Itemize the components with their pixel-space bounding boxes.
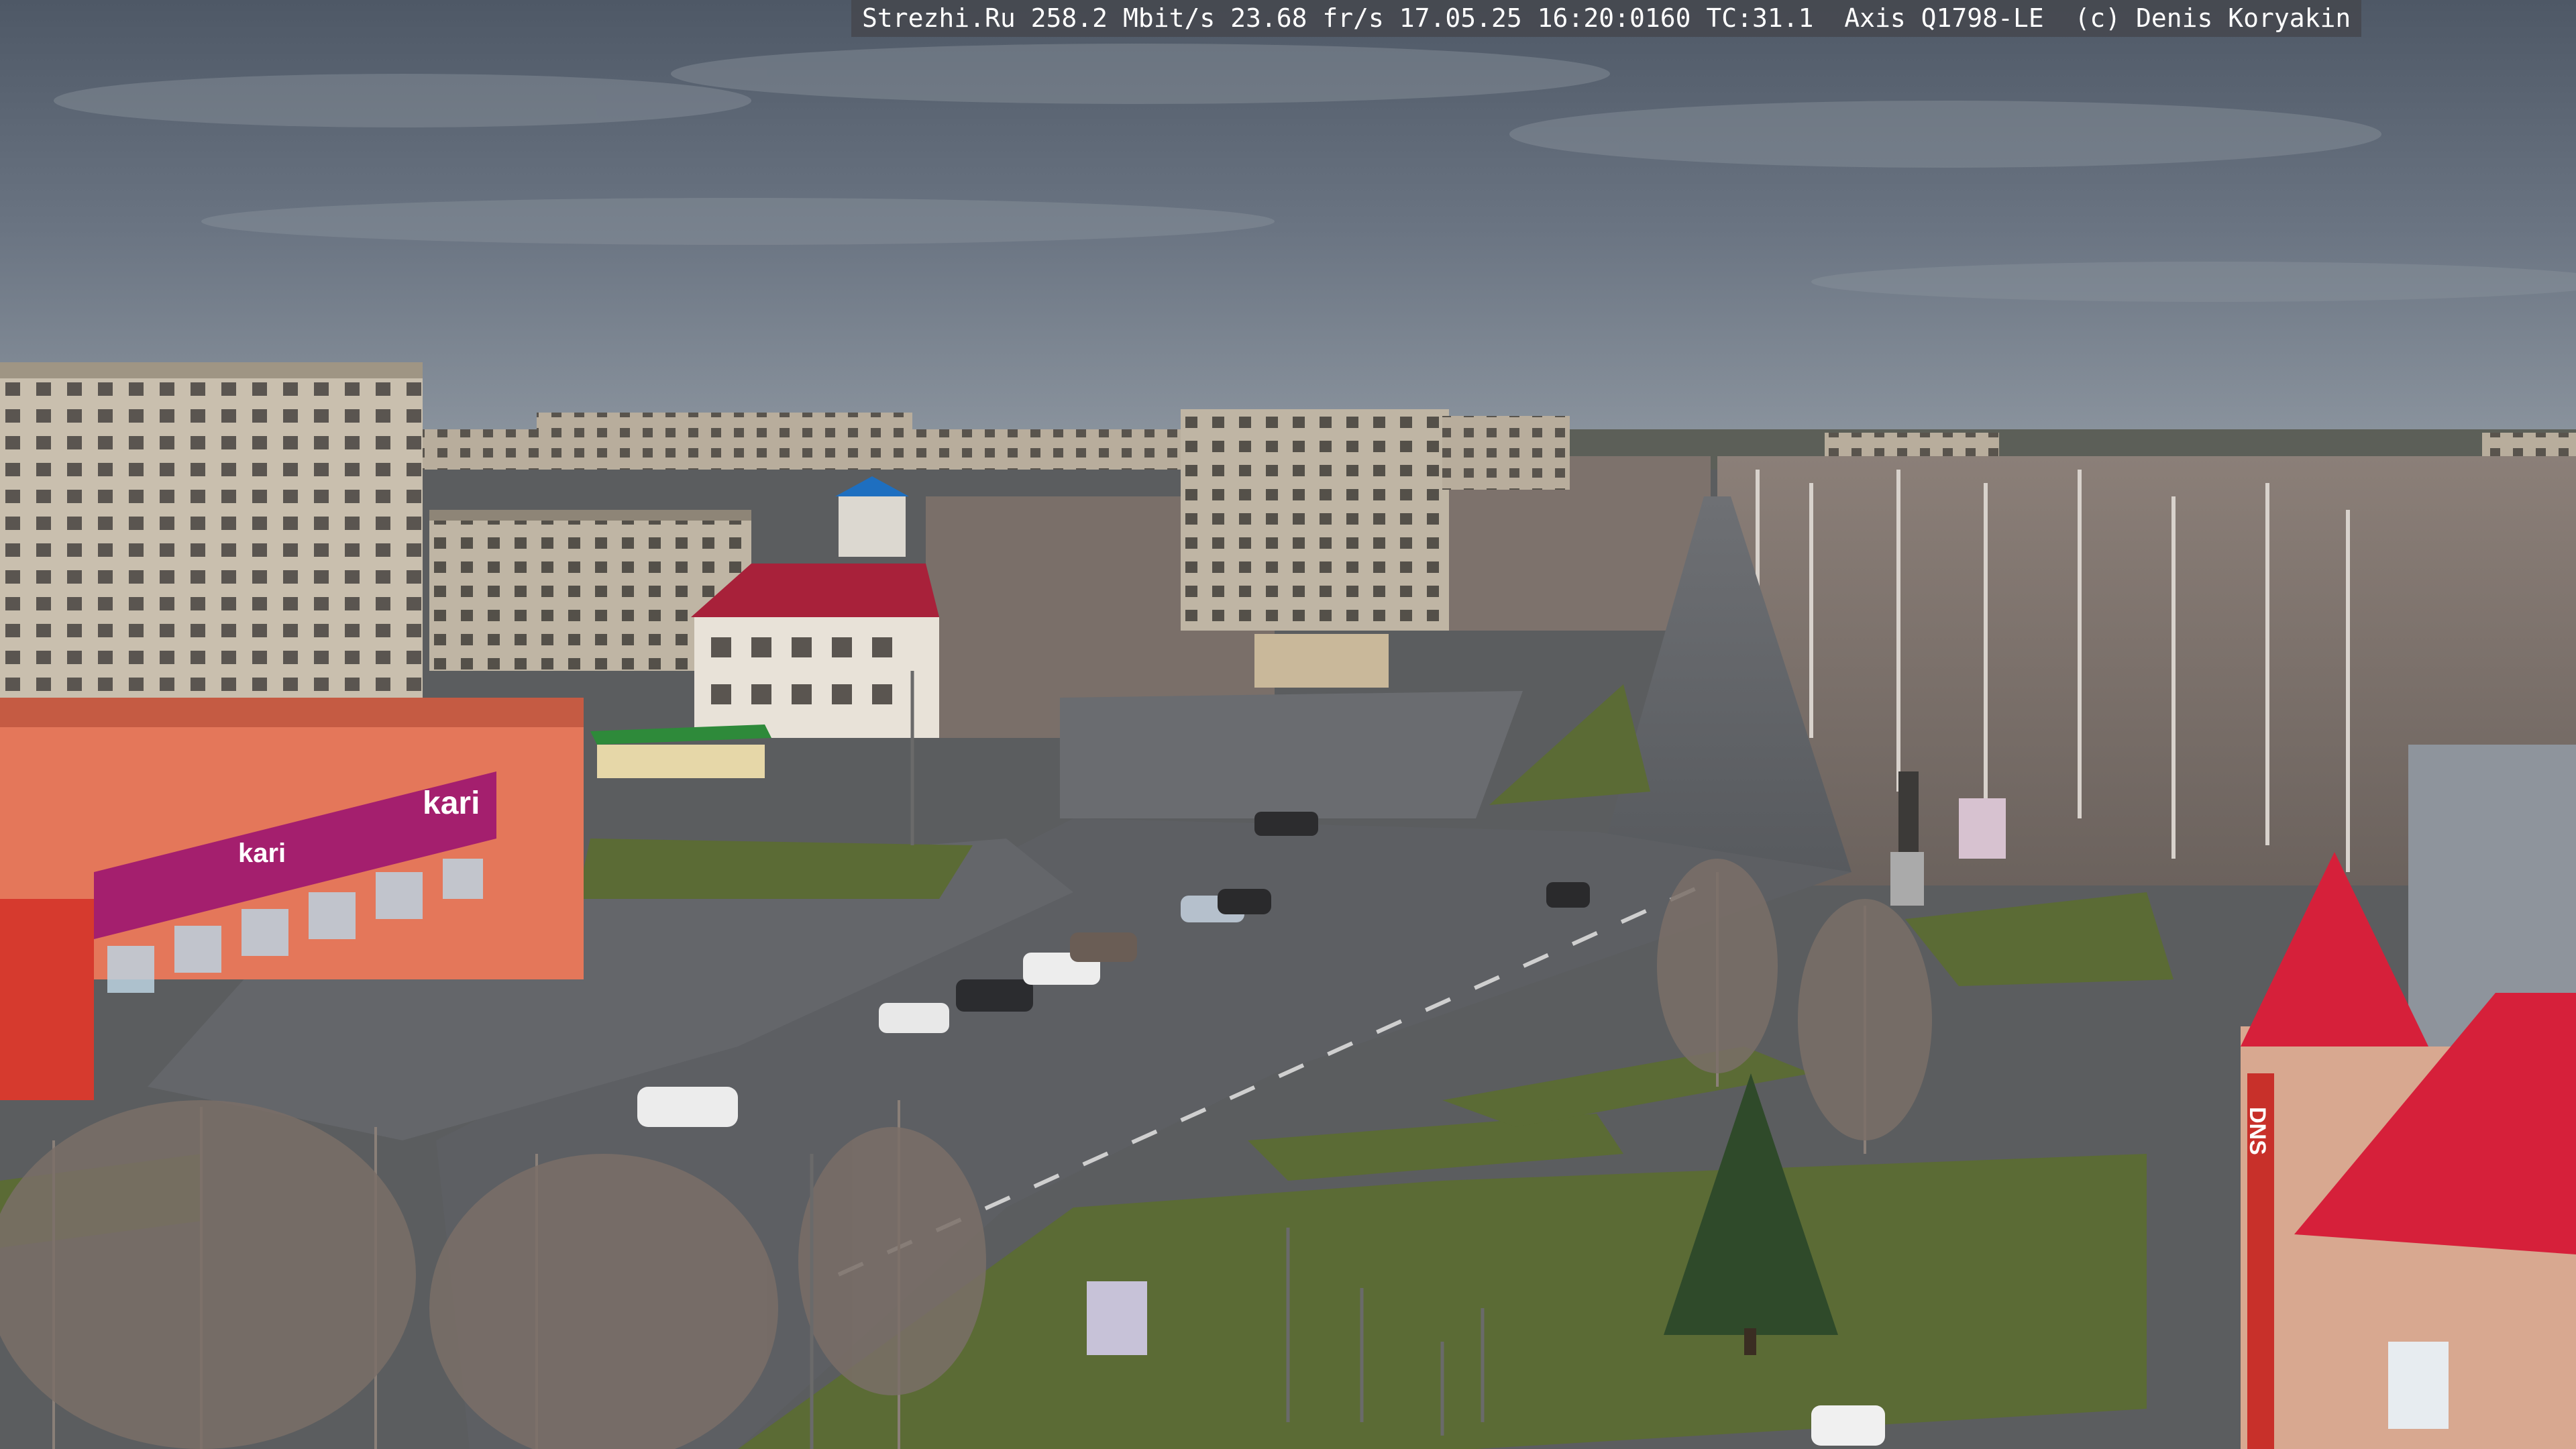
overlay-copyright: (c) Denis Koryakin <box>2074 3 2351 33</box>
overlay-camera: Axis Q1798-LE <box>1844 3 2044 33</box>
overlay-bitrate: 258.2 Mbit/s <box>1030 3 1216 33</box>
dns-sign: DNS <box>2245 1107 2270 1155</box>
green-kiosk <box>590 724 771 778</box>
overlay-tc: TC:31.1 <box>1706 3 1814 33</box>
kari-sign-small: kari <box>238 839 286 868</box>
overlay-datetime: 17.05.25 16:20:0160 <box>1399 3 1691 33</box>
camera-info-overlay: Strezhi.Ru 258.2 Mbit/s 23.68 fr/s 17.05… <box>851 0 2362 37</box>
pavilion <box>1254 634 1389 688</box>
street-scene <box>0 0 2576 1449</box>
overlay-framerate: 23.68 fr/s <box>1230 3 1384 33</box>
kari-sign-main: kari <box>423 786 480 821</box>
overlay-site: Strezhi.Ru <box>862 3 1016 33</box>
red-roof-building <box>691 564 939 738</box>
central-square <box>1060 691 1523 818</box>
